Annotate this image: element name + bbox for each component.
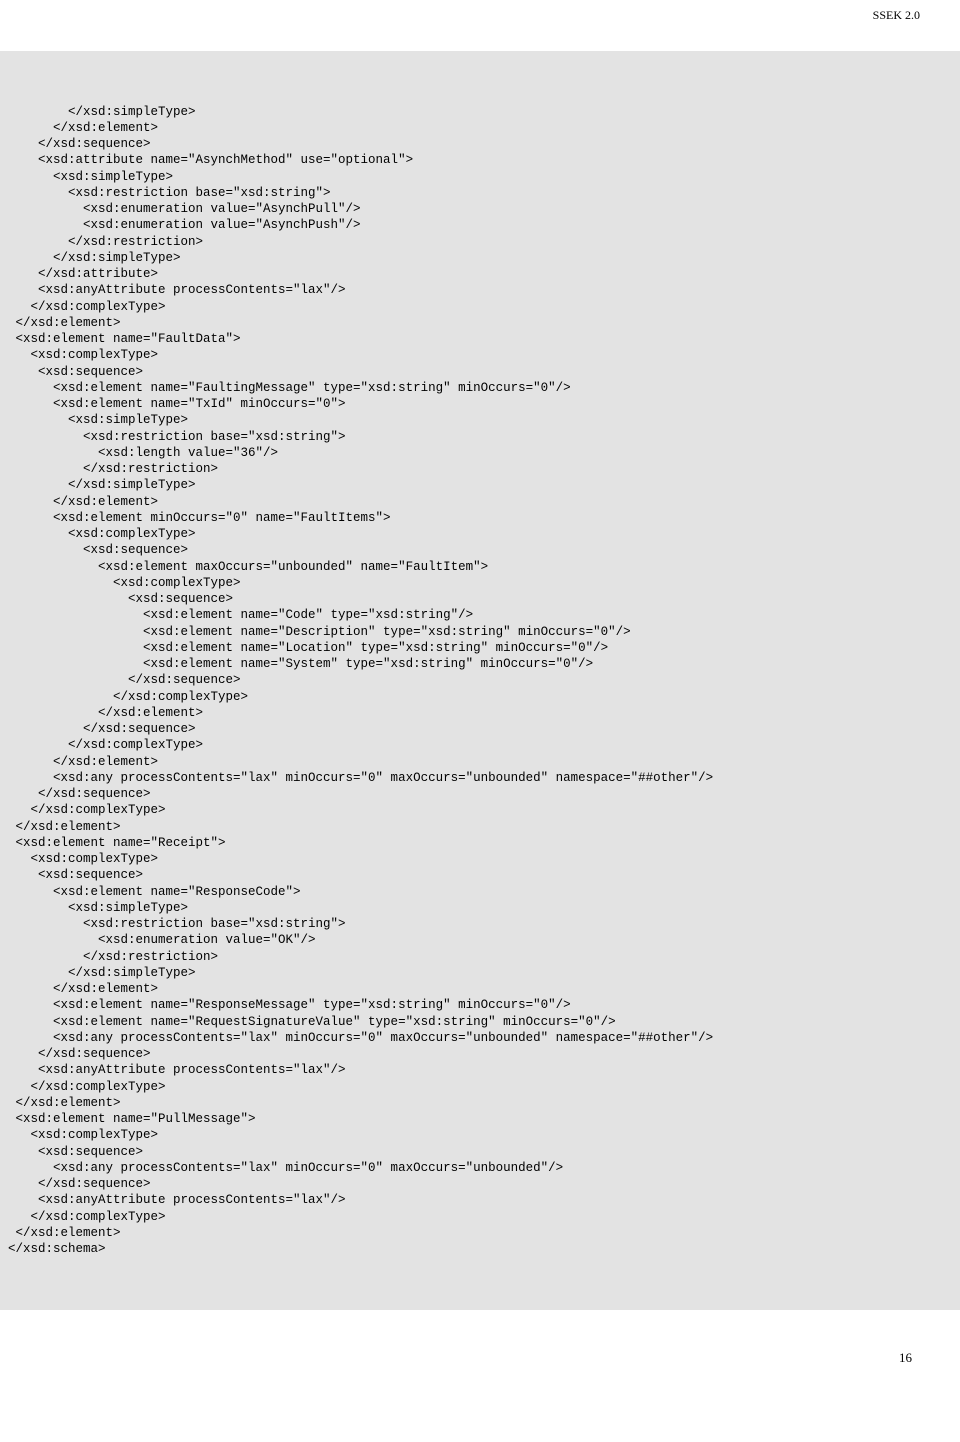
- page: SSEK 2.0 </xsd:simpleType> </xsd:element…: [0, 0, 960, 1390]
- xsd-code-content: </xsd:simpleType> </xsd:element> </xsd:s…: [0, 104, 960, 1258]
- doc-title: SSEK 2.0: [873, 8, 920, 22]
- page-header: SSEK 2.0: [0, 0, 960, 27]
- page-footer: 16: [0, 1310, 960, 1390]
- xsd-code-block: </xsd:simpleType> </xsd:element> </xsd:s…: [0, 51, 960, 1310]
- page-number: 16: [899, 1350, 912, 1365]
